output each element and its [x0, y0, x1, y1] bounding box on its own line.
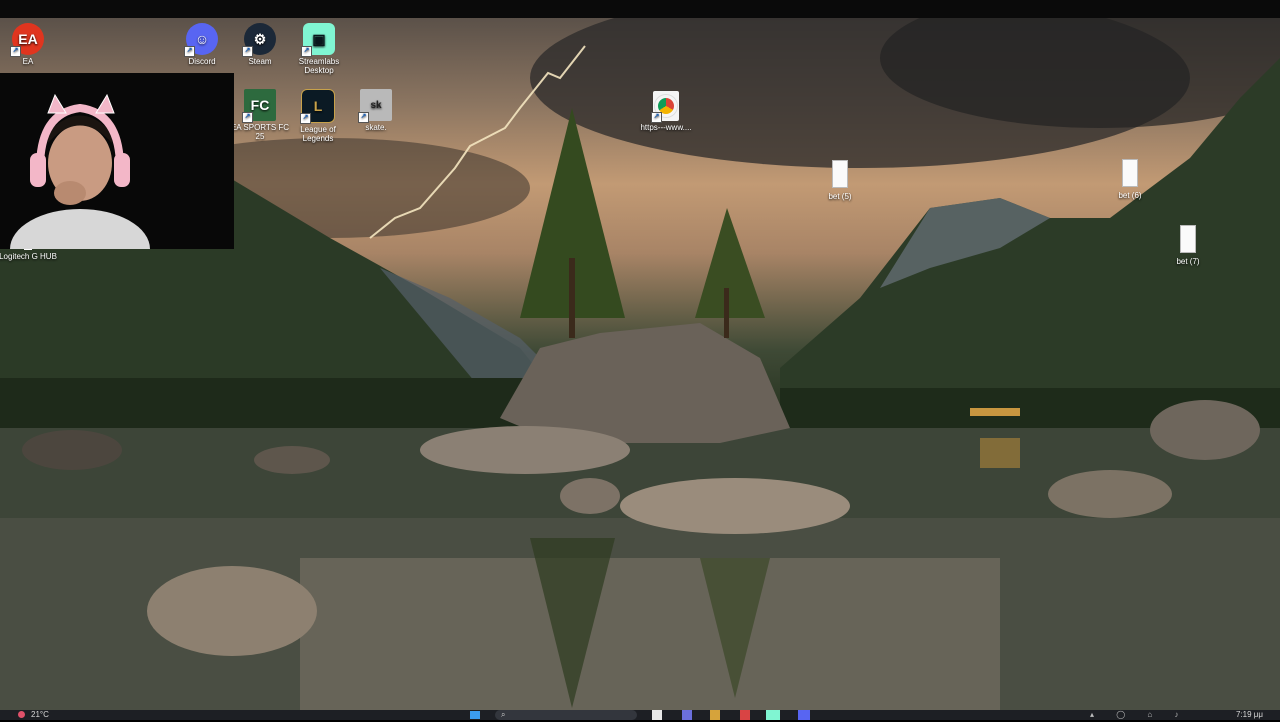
shortcut-arrow-icon: ↗ [10, 46, 21, 57]
start-button[interactable] [470, 710, 484, 720]
desktop-icon-league-of-legends[interactable]: L ↗ League of Legends [288, 89, 348, 143]
desktop-icon-label: Discord [188, 57, 216, 66]
taskbar-search-box[interactable]: ⌕ [495, 710, 637, 720]
text-file-icon [1180, 225, 1196, 253]
taskbar-app-icon[interactable] [740, 710, 750, 720]
desktop-icon-steam[interactable]: ⚙ ↗ Steam [230, 23, 290, 66]
desktop-icon-skate[interactable]: sk ↗ skate. [346, 89, 406, 132]
taskbar-app-icon[interactable] [682, 710, 692, 720]
taskbar-clock[interactable]: 7:19 μμ [1236, 710, 1276, 720]
taskbar-app-icon[interactable] [710, 710, 720, 720]
desktop-icon-label: Steam [248, 57, 272, 66]
text-file-icon [832, 160, 848, 188]
desktop-icon-chrome-shortcut[interactable]: ↗ https---www.... [636, 91, 696, 132]
webcam-streamer-image [0, 73, 234, 249]
desktop-icon-ea[interactable]: EA ↗ EA [0, 23, 58, 66]
system-tray-icons[interactable]: ▴ ◯ ⌂ ♪ [1090, 710, 1210, 720]
desktop-icon-label: https---www.... [640, 123, 692, 132]
text-file-icon [1122, 159, 1138, 187]
discord-icon: ☺ ↗ [184, 23, 218, 57]
chrome-shortcut-icon: ↗ [651, 91, 679, 123]
desktop-icon-streamlabs[interactable]: ▣ ↗ Streamlabs Desktop [289, 23, 349, 75]
desktop-icon-label: bet (6) [1118, 191, 1142, 200]
desktop-icon-label: skate. [365, 123, 387, 132]
desktop-icon-bet-7[interactable]: bet (7) [1158, 225, 1218, 266]
ea-app-icon: EA ↗ [10, 23, 44, 57]
desktop-icon-ea-sports-fc[interactable]: FC ↗ EA SPORTS FC 25 [230, 89, 290, 141]
weather-widget[interactable]: 21°C [18, 710, 58, 720]
desktop-icon-label: EA SPORTS FC 25 [230, 123, 290, 141]
taskbar-streamlabs-icon[interactable] [766, 710, 780, 720]
ea-sports-fc-icon: FC ↗ [242, 89, 276, 123]
taskbar: 21°C ⌕ ▴ ◯ ⌂ ♪ 7:19 μμ [0, 710, 1280, 720]
top-letterbox-bar [0, 0, 1280, 18]
weather-icon [18, 711, 25, 719]
shortcut-arrow-icon: ↗ [358, 112, 369, 123]
taskbar-discord-icon[interactable] [798, 710, 810, 720]
shortcut-arrow-icon: ↗ [301, 46, 312, 57]
search-icon: ⌕ [501, 710, 506, 719]
desktop-icon-label: bet (5) [828, 192, 852, 201]
shortcut-arrow-icon: ↗ [242, 112, 253, 123]
desktop-icon-bet-5[interactable]: bet (5) [810, 160, 870, 201]
shortcut-arrow-icon: ↗ [651, 112, 662, 123]
taskbar-file-explorer-icon[interactable] [652, 710, 662, 720]
desktop-icon-label: bet (7) [1176, 257, 1200, 266]
shortcut-arrow-icon: ↗ [300, 113, 311, 124]
desktop-icon-label: Logitech G HUB [0, 252, 57, 261]
shortcut-arrow-icon: ↗ [184, 46, 195, 57]
windows-start-icon [470, 711, 480, 719]
shortcut-arrow-icon: ↗ [242, 46, 253, 57]
skate-icon: sk ↗ [358, 89, 392, 123]
desktop-icon-bet-6[interactable]: bet (6) [1100, 159, 1160, 200]
steam-icon: ⚙ ↗ [242, 23, 276, 57]
desktop-icon-label: Streamlabs Desktop [298, 57, 340, 75]
weather-temperature: 21°C [31, 710, 49, 719]
desktop-icon-label: EA [22, 57, 34, 66]
desktop-icon-label: League of Legends [300, 125, 336, 143]
league-of-legends-icon: L ↗ [300, 89, 335, 124]
desktop-icon-discord[interactable]: ☺ ↗ Discord [172, 23, 232, 66]
webcam-overlay [0, 73, 234, 249]
streamlabs-icon: ▣ ↗ [301, 23, 335, 57]
